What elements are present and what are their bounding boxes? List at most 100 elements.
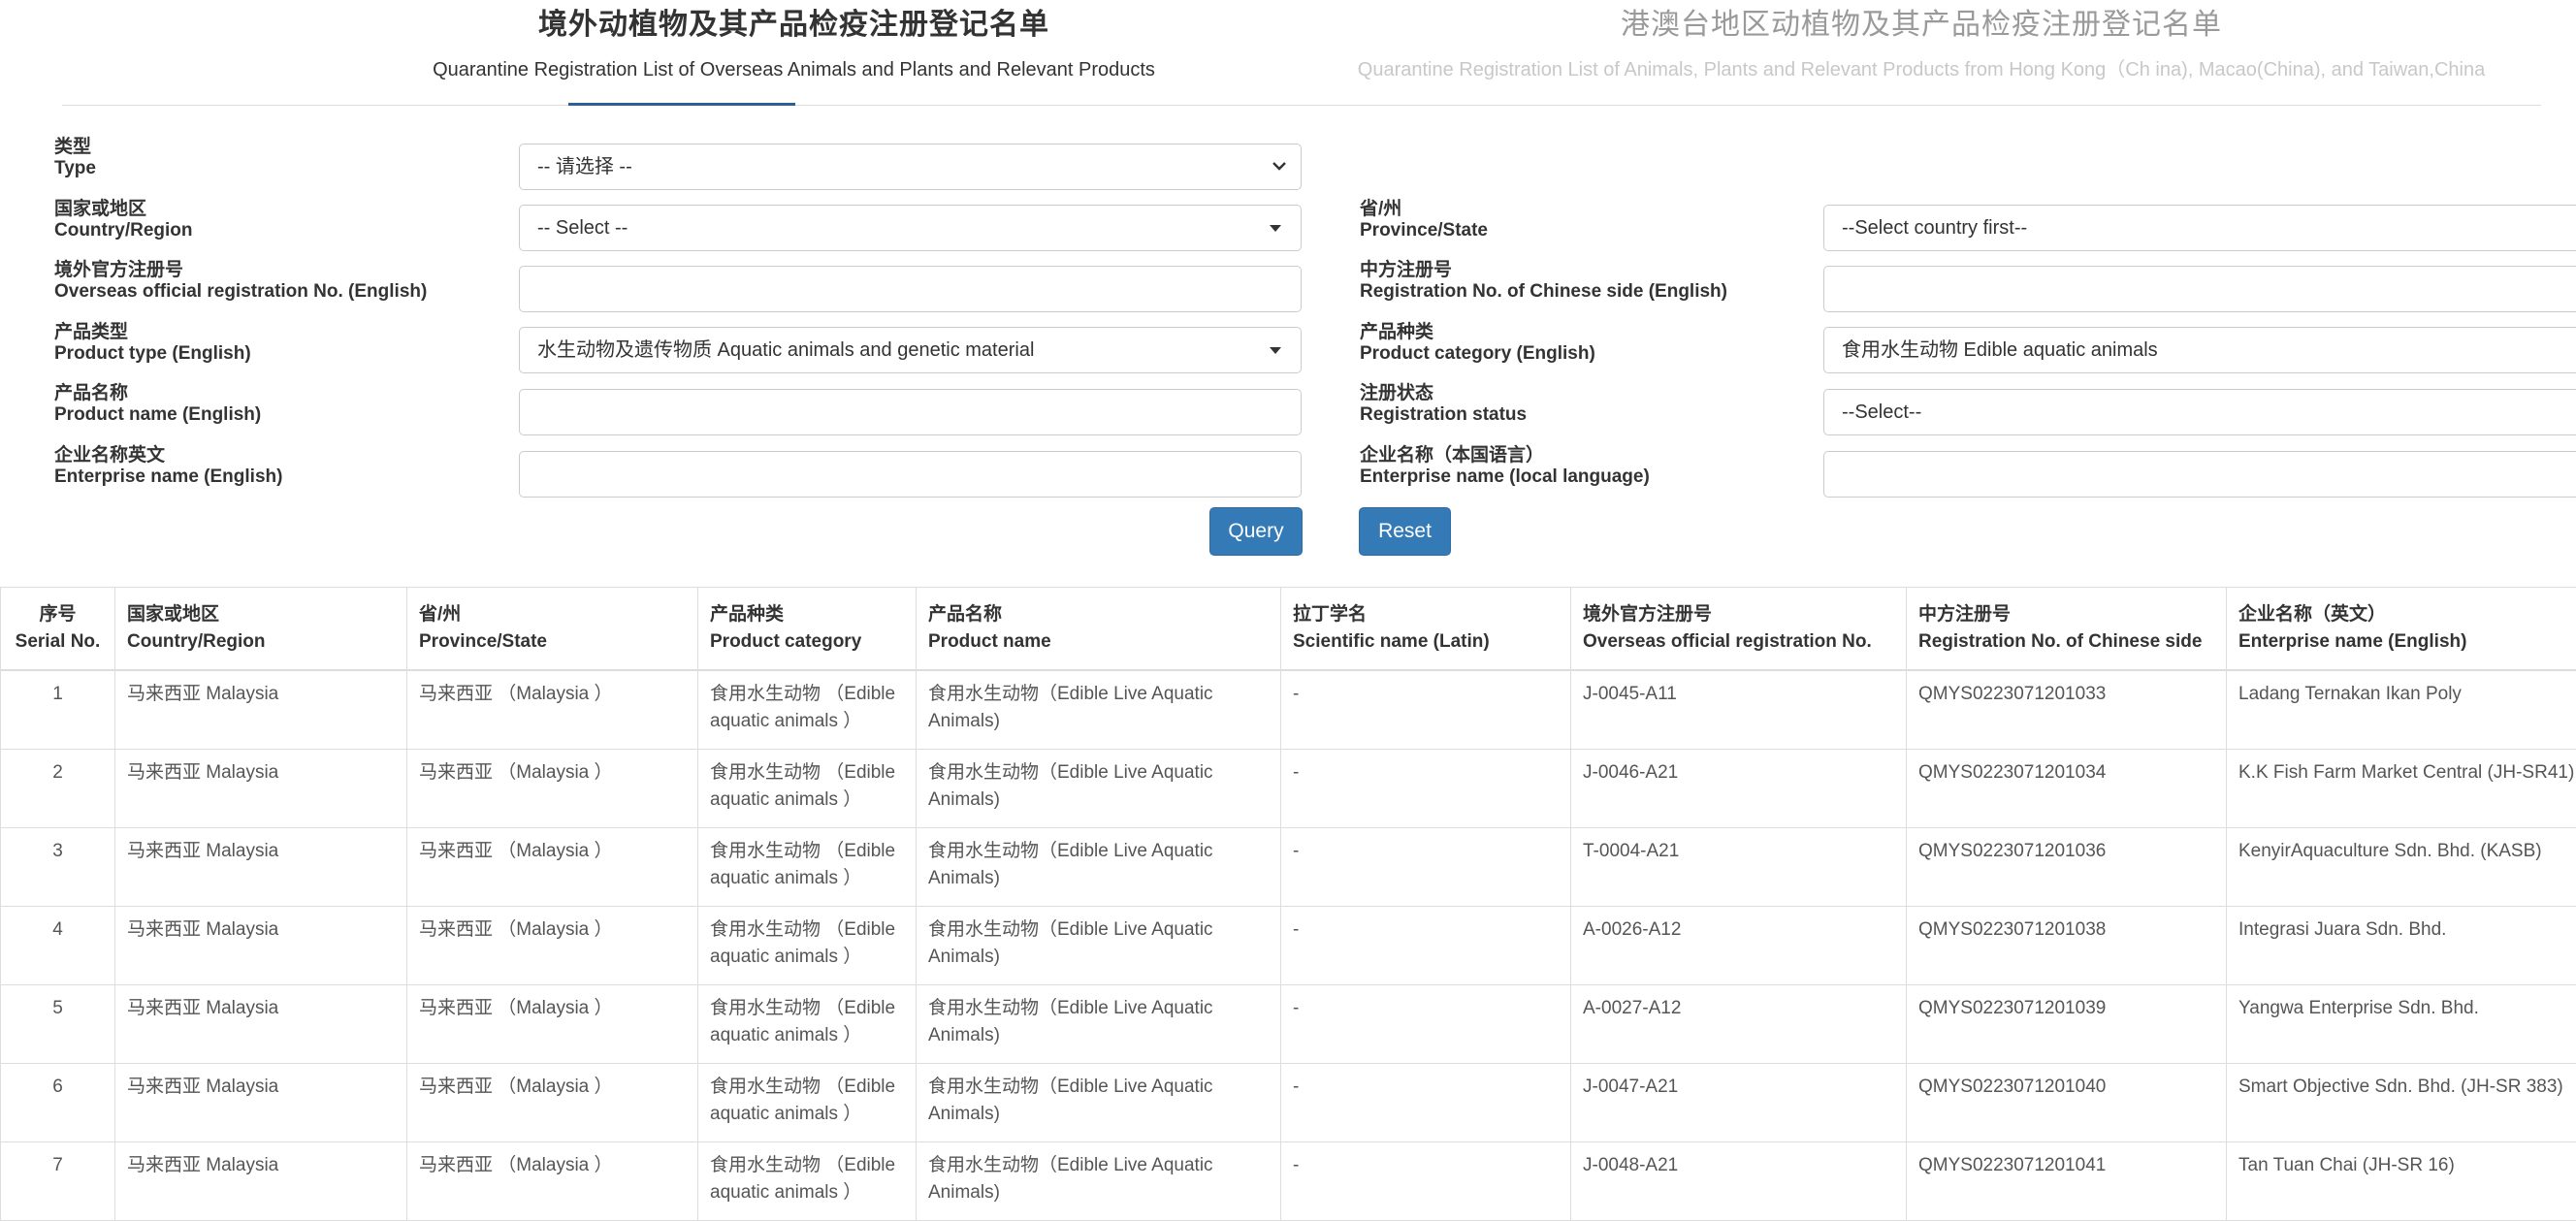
- tab-subtitle: Quarantine Registration List of Animals,…: [1320, 58, 2523, 81]
- column-header-en: Country/Region: [127, 628, 395, 656]
- cell-province-state: 马来西亚 （Malaysia ）: [407, 1064, 698, 1142]
- active-tab-indicator: [568, 103, 795, 106]
- label-zh: 企业名称（本国语言）: [1360, 445, 1650, 466]
- results-table: 序号Serial No.国家或地区Country/Region省/州Provin…: [0, 587, 2576, 1221]
- reset-button[interactable]: Reset: [1359, 507, 1451, 556]
- product-type-select[interactable]: 水生动物及遗传物质 Aquatic animals and genetic ma…: [519, 327, 1302, 373]
- country-label: 国家或地区 Country/Region: [54, 199, 193, 241]
- province-label: 省/州 Province/State: [1360, 199, 1488, 241]
- column-header-serial-no: 序号Serial No.: [1, 588, 115, 671]
- header-row: 序号Serial No.国家或地区Country/Region省/州Provin…: [1, 588, 2576, 671]
- registration-status-label: 注册状态 Registration status: [1360, 383, 1527, 426]
- cell-product-category: 食用水生动物 （Edible aquatic animals ）: [698, 907, 917, 985]
- cell-chinese-registration-no: QMYS0223071201040: [1907, 1064, 2227, 1142]
- cell-province-state: 马来西亚 （Malaysia ）: [407, 1142, 698, 1221]
- registration-status-select-value: --Select--: [1842, 402, 1921, 423]
- column-header-en: Registration No. of Chinese side: [1918, 628, 2214, 656]
- product-category-select-value: 食用水生动物 Edible aquatic animals: [1842, 339, 2158, 361]
- chinese-registration-input[interactable]: [1823, 266, 2576, 312]
- label-zh: 境外官方注册号: [54, 260, 427, 281]
- province-select[interactable]: --Select country first--: [1823, 205, 2576, 251]
- cell-overseas-registration-no: J-0045-A11: [1571, 670, 1907, 750]
- cell-scientific-name: -: [1281, 670, 1571, 750]
- column-header-en: Overseas official registration No.: [1583, 628, 1894, 656]
- column-header-zh: 序号: [13, 601, 103, 628]
- cell-country-region: 马来西亚 Malaysia: [115, 750, 407, 828]
- type-label: 类型 Type: [54, 137, 96, 179]
- cell-province-state: 马来西亚 （Malaysia ）: [407, 985, 698, 1064]
- product-category-label: 产品种类 Product category (English): [1360, 322, 1595, 365]
- cell-serial-no: 2: [1, 750, 115, 828]
- province-select-value: --Select country first--: [1842, 217, 2027, 239]
- label-en: Registration No. of Chinese side (Englis…: [1360, 281, 1727, 303]
- cell-overseas-registration-no: J-0048-A21: [1571, 1142, 1907, 1221]
- label-zh: 产品种类: [1360, 322, 1595, 343]
- column-header-enterprise-name-english: 企业名称（英文）Enterprise name (English): [2227, 588, 2576, 671]
- overseas-registration-input[interactable]: [519, 266, 1302, 312]
- cell-enterprise-name-english: Tan Tuan Chai (JH-SR 16): [2227, 1142, 2576, 1221]
- tab-overseas-registration-list[interactable]: 境外动植物及其产品检疫注册登记名单 Quarantine Registratio…: [223, 0, 1365, 81]
- cell-country-region: 马来西亚 Malaysia: [115, 985, 407, 1064]
- label-zh: 国家或地区: [54, 199, 193, 220]
- label-en: Country/Region: [54, 220, 193, 241]
- column-header-zh: 产品种类: [710, 601, 904, 628]
- column-header-province-state: 省/州Province/State: [407, 588, 698, 671]
- table-row: 2马来西亚 Malaysia马来西亚 （Malaysia ）食用水生动物 （Ed…: [1, 750, 2576, 828]
- cell-chinese-registration-no: QMYS0223071201038: [1907, 907, 2227, 985]
- column-header-product-name: 产品名称Product name: [917, 588, 1281, 671]
- cell-chinese-registration-no: QMYS0223071201036: [1907, 828, 2227, 907]
- label-zh: 企业名称英文: [54, 445, 282, 466]
- product-name-label: 产品名称 Product name (English): [54, 383, 261, 426]
- column-header-zh: 拉丁学名: [1293, 601, 1559, 628]
- registration-status-select[interactable]: --Select--: [1823, 389, 2576, 435]
- cell-enterprise-name-english: Integrasi Juara Sdn. Bhd.: [2227, 907, 2576, 985]
- cell-product-name: 食用水生动物（Edible Live Aquatic Animals): [917, 985, 1281, 1064]
- cell-serial-no: 3: [1, 828, 115, 907]
- cell-scientific-name: -: [1281, 1064, 1571, 1142]
- column-header-zh: 企业名称（英文）: [2238, 601, 2576, 628]
- cell-enterprise-name-english: KenyirAquaculture Sdn. Bhd. (KASB): [2227, 828, 2576, 907]
- cell-product-category: 食用水生动物 （Edible aquatic animals ）: [698, 828, 917, 907]
- country-select-value: -- Select --: [537, 217, 628, 239]
- cell-chinese-registration-no: QMYS0223071201033: [1907, 670, 2227, 750]
- label-en: Enterprise name (local language): [1360, 466, 1650, 488]
- column-header-en: Product name: [928, 628, 1269, 656]
- label-en: Type: [54, 158, 96, 179]
- label-en: Province/State: [1360, 220, 1488, 241]
- column-header-zh: 境外官方注册号: [1583, 601, 1894, 628]
- enterprise-name-local-input[interactable]: [1823, 451, 2576, 498]
- country-select[interactable]: -- Select --: [519, 205, 1302, 251]
- cell-overseas-registration-no: J-0046-A21: [1571, 750, 1907, 828]
- tab-hk-macao-taiwan-registration-list[interactable]: 港澳台地区动植物及其产品检疫注册登记名单 Quarantine Registra…: [1320, 0, 2523, 81]
- enterprise-name-local-label: 企业名称（本国语言） Enterprise name (local langua…: [1360, 445, 1650, 488]
- cell-overseas-registration-no: A-0026-A12: [1571, 907, 1907, 985]
- product-name-input[interactable]: [519, 389, 1302, 435]
- overseas-registration-label: 境外官方注册号 Overseas official registration N…: [54, 260, 427, 303]
- cell-enterprise-name-english: Smart Objective Sdn. Bhd. (JH-SR 383): [2227, 1064, 2576, 1142]
- product-category-select[interactable]: 食用水生动物 Edible aquatic animals: [1823, 327, 2576, 373]
- table-row: 6马来西亚 Malaysia马来西亚 （Malaysia ）食用水生动物 （Ed…: [1, 1064, 2576, 1142]
- cell-scientific-name: -: [1281, 985, 1571, 1064]
- type-select[interactable]: -- 请选择 --: [519, 144, 1302, 190]
- query-button[interactable]: Query: [1209, 507, 1303, 556]
- tab-title: 境外动植物及其产品检疫注册登记名单: [223, 6, 1365, 45]
- label-zh: 产品名称: [54, 383, 261, 404]
- column-header-en: Province/State: [419, 628, 686, 656]
- column-header-zh: 中方注册号: [1918, 601, 2214, 628]
- enterprise-name-english-input[interactable]: [519, 451, 1302, 498]
- cell-province-state: 马来西亚 （Malaysia ）: [407, 750, 698, 828]
- table-row: 1马来西亚 Malaysia马来西亚 （Malaysia ）食用水生动物 （Ed…: [1, 670, 2576, 750]
- cell-chinese-registration-no: QMYS0223071201041: [1907, 1142, 2227, 1221]
- label-en: Registration status: [1360, 404, 1527, 426]
- cell-product-category: 食用水生动物 （Edible aquatic animals ）: [698, 750, 917, 828]
- cell-scientific-name: -: [1281, 750, 1571, 828]
- label-en: Enterprise name (English): [54, 466, 282, 488]
- column-header-zh: 产品名称: [928, 601, 1269, 628]
- cell-country-region: 马来西亚 Malaysia: [115, 1142, 407, 1221]
- column-header-overseas-registration-no: 境外官方注册号Overseas official registration No…: [1571, 588, 1907, 671]
- cell-overseas-registration-no: A-0027-A12: [1571, 985, 1907, 1064]
- tab-divider: [62, 105, 2541, 106]
- table-row: 7马来西亚 Malaysia马来西亚 （Malaysia ）食用水生动物 （Ed…: [1, 1142, 2576, 1221]
- cell-product-name: 食用水生动物（Edible Live Aquatic Animals): [917, 1142, 1281, 1221]
- cell-province-state: 马来西亚 （Malaysia ）: [407, 828, 698, 907]
